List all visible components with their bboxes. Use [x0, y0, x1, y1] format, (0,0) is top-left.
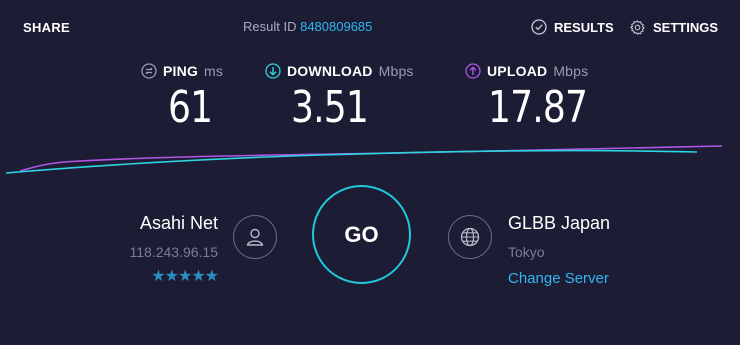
upload-unit: Mbps — [553, 63, 589, 79]
download-label-group: DOWNLOAD Mbps — [265, 63, 414, 79]
upload-speed-line — [19, 145, 723, 172]
change-server-link[interactable]: Change Server — [508, 270, 609, 287]
go-button[interactable]: GO — [312, 185, 411, 284]
result-id-label: Result ID — [243, 19, 297, 34]
isp-name: Asahi Net — [139, 213, 218, 233]
speed-graph — [5, 145, 723, 174]
server-globe — [448, 215, 492, 259]
settings-label: SETTINGS — [653, 20, 719, 35]
check-circle-icon — [531, 19, 547, 35]
isp-rating-stars: ★★★★★ — [151, 268, 219, 285]
isp-ip: 118.243.96.15 — [129, 244, 219, 260]
settings-button[interactable]: SETTINGS — [629, 19, 718, 36]
result-id: Result ID 8480809685 — [243, 19, 372, 34]
gear-icon — [630, 20, 645, 35]
ping-label: PING — [163, 63, 199, 79]
download-value: 3.51 — [291, 82, 369, 133]
upload-label-group: UPLOAD Mbps — [465, 63, 588, 79]
ping-icon — [141, 63, 157, 79]
share-button[interactable]: SHARE — [23, 20, 70, 35]
results-label: RESULTS — [554, 19, 614, 35]
server-name: GLBB Japan — [508, 213, 611, 233]
download-unit: Mbps — [378, 63, 414, 79]
globe-icon — [460, 227, 480, 247]
server-location: Tokyo — [508, 244, 545, 260]
results-button[interactable]: RESULTS — [531, 19, 614, 35]
ping-label-group: PING ms — [141, 63, 223, 79]
download-arrow-icon — [265, 63, 281, 79]
download-speed-line — [5, 149, 698, 174]
download-label: DOWNLOAD — [287, 63, 373, 79]
user-icon — [246, 228, 264, 246]
ping-unit: ms — [204, 63, 224, 79]
upload-value: 17.87 — [488, 82, 588, 133]
upload-label: UPLOAD — [487, 63, 548, 79]
upload-arrow-icon — [465, 63, 481, 79]
ping-value: 61 — [168, 82, 213, 133]
isp-avatar — [233, 215, 277, 259]
result-id-link[interactable]: 8480809685 — [300, 19, 372, 34]
